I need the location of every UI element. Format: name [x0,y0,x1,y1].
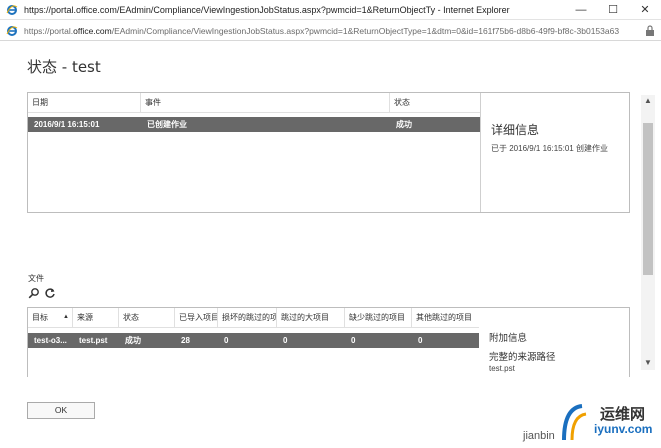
cell-large-skipped: 0 [283,336,288,345]
table-row[interactable]: test-o3... test.pst 成功 28 0 0 0 0 [28,333,479,348]
files-grid-header: 目标 ▲ 来源 状态 已导入项目 损坏的跳过的项 跳过的大项目 缺少跳过的项目 … [28,308,479,328]
file-details-title: 附加信息 [489,333,528,344]
table-row[interactable]: 2016/9/1 16:15:01 已创建作业 成功 [28,117,480,132]
url-domain: office.com [73,25,112,36]
column-missing-skipped[interactable]: 缺少跳过的项目 [345,308,412,328]
cell-status: 成功 [125,336,141,345]
column-event[interactable]: 事件 [141,93,390,113]
file-details-pane: 附加信息 完整的来源路径 test.pst [479,308,629,378]
sort-asc-icon: ▲ [63,314,69,320]
cell-missing-skipped: 0 [351,336,356,345]
details-pane: 详细信息 已于 2016/9/1 16:15:01 创建作业 [480,93,630,212]
watermark-emblem [562,404,587,441]
files-label: 文件 [28,274,44,283]
column-corrupt-skipped[interactable]: 损坏的跳过的项 [218,308,277,328]
refresh-icon[interactable] [44,287,56,299]
column-status[interactable]: 状态 [390,93,480,113]
cell-imported: 28 [181,336,190,345]
minimize-button[interactable]: — [565,0,597,20]
watermark-cn: 运维网 [600,405,646,423]
column-target[interactable]: 目标 ▲ [28,308,73,328]
internet-explorer-icon [6,25,18,36]
title-bar: https://portal.office.com/EAdmin/Complia… [0,0,661,20]
cell-other-skipped: 0 [418,336,423,345]
column-target-label: 目标 [32,313,48,322]
close-button[interactable]: ✕ [629,0,661,20]
page-scrollbar[interactable]: ▲ ▼ [641,95,655,370]
events-grid-header: 日期 事件 状态 [28,93,480,113]
url-prefix: https://portal. [24,25,74,36]
details-title: 详细信息 [491,123,540,137]
cell-corrupt-skipped: 0 [224,336,229,345]
scroll-up-icon[interactable]: ▲ [641,95,655,107]
cell-date: 2016/9/1 16:15:01 [34,120,100,129]
watermark-logo: 运维网 iyunv.com [558,400,658,444]
lock-icon[interactable] [645,24,655,37]
cell-event: 已创建作业 [147,120,187,129]
page-title: 状态 - test [27,58,101,76]
scroll-thumb[interactable] [643,123,653,275]
column-large-skipped[interactable]: 跳过的大项目 [277,308,345,328]
watermark-user: jianbin [523,430,555,442]
search-icon[interactable] [28,287,40,299]
cell-target: test-o3... [34,336,67,345]
column-imported[interactable]: 已导入项目 [175,308,218,328]
watermark-site: iyunv.com [594,422,653,436]
file-details-subtitle: 完整的来源路径 [489,352,556,363]
cell-status: 成功 [396,120,412,129]
internet-explorer-icon [6,4,18,15]
maximize-button[interactable]: ☐ [597,0,629,20]
column-source[interactable]: 来源 [73,308,119,328]
events-panel: 日期 事件 状态 2016/9/1 16:15:01 已创建作业 成功 详细信息… [27,92,630,213]
address-bar[interactable]: https://portal.office.com/EAdmin/Complia… [0,21,661,41]
address-url[interactable]: https://portal.office.com/EAdmin/Complia… [24,26,645,36]
files-panel: 目标 ▲ 来源 状态 已导入项目 损坏的跳过的项 跳过的大项目 缺少跳过的项目 … [27,307,630,377]
scroll-down-icon[interactable]: ▼ [641,357,655,369]
column-other-skipped[interactable]: 其他跳过的项目 [412,308,479,328]
details-text: 已于 2016/9/1 16:15:01 创建作业 [491,144,608,153]
ok-button[interactable]: OK [27,402,95,419]
column-status[interactable]: 状态 [119,308,175,328]
cell-source: test.pst [79,336,108,345]
file-details-path: test.pst [489,364,515,373]
window-title: https://portal.office.com/EAdmin/Complia… [24,4,510,15]
url-path: /EAdmin/Compliance/ViewIngestionJobStatu… [111,25,620,36]
column-date[interactable]: 日期 [28,93,141,113]
